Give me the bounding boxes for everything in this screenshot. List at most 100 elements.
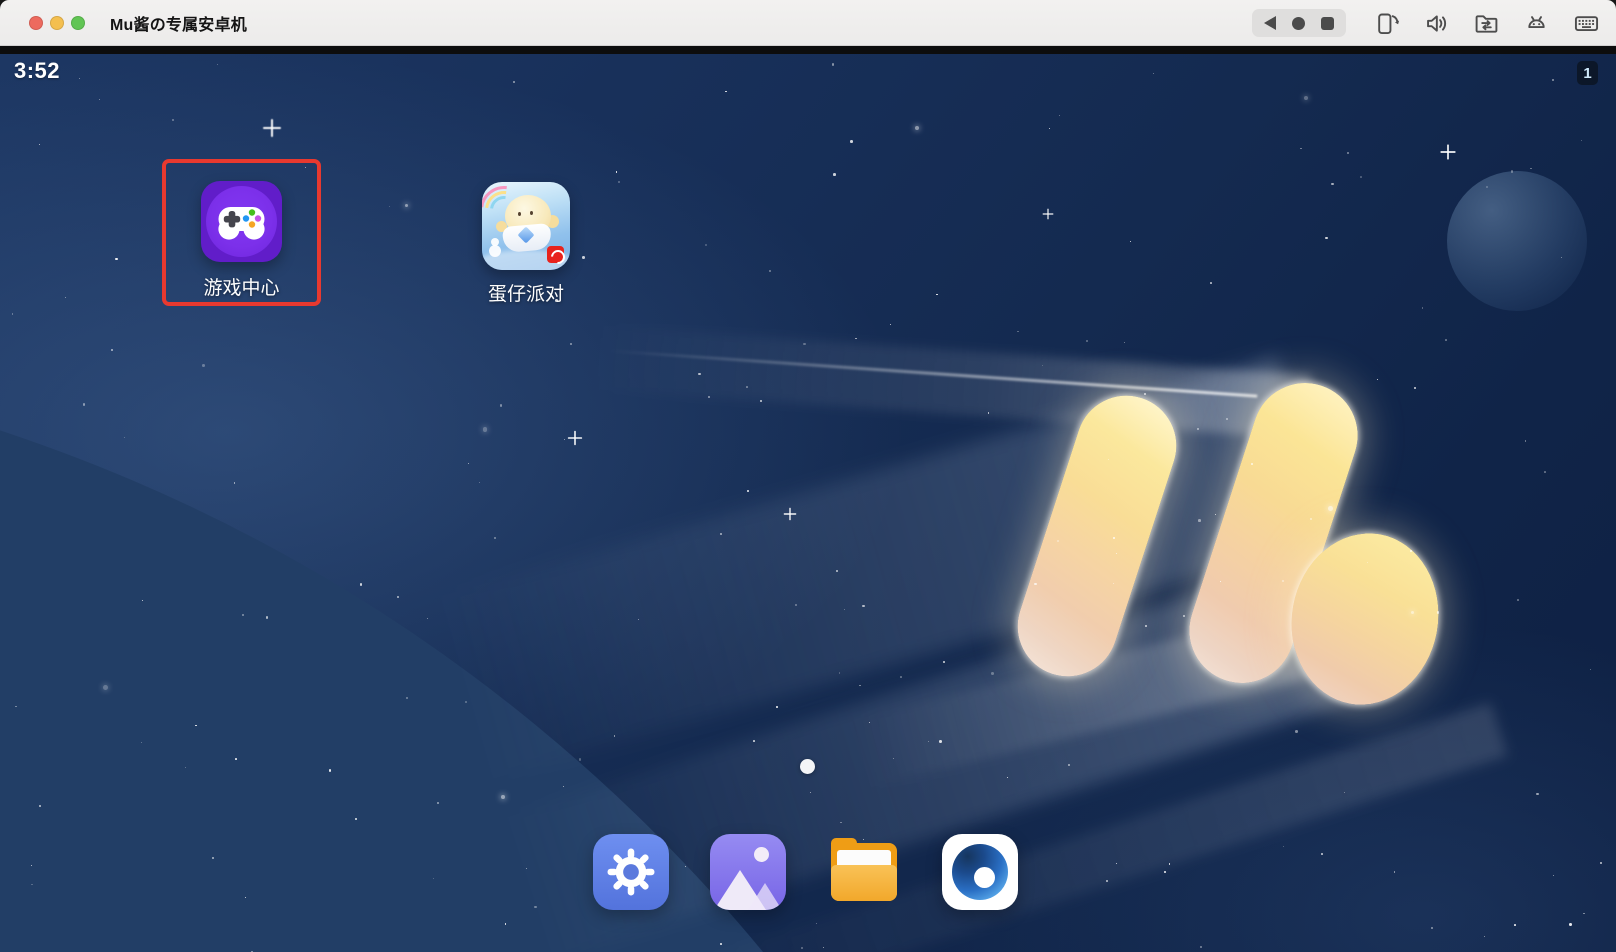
star bbox=[1600, 862, 1602, 864]
star bbox=[900, 676, 902, 678]
light-trail bbox=[589, 325, 1312, 439]
star bbox=[939, 740, 942, 743]
android-system-icon[interactable] bbox=[1522, 9, 1550, 37]
star bbox=[1007, 777, 1009, 779]
star bbox=[124, 437, 125, 438]
star bbox=[1300, 148, 1302, 150]
minimize-button[interactable] bbox=[50, 16, 64, 30]
dock-files-icon[interactable] bbox=[826, 834, 902, 910]
star bbox=[850, 140, 853, 143]
window-title: Mu酱の专属安卓机 bbox=[110, 11, 247, 35]
star bbox=[844, 609, 845, 610]
emulator-window: Mu酱の专属安卓机 bbox=[0, 0, 1616, 952]
star bbox=[720, 943, 722, 945]
titlebar[interactable]: Mu酱の专属安卓机 bbox=[0, 0, 1616, 46]
game-center-icon[interactable] bbox=[201, 181, 282, 262]
netease-logo bbox=[547, 246, 564, 263]
star bbox=[1124, 342, 1125, 343]
star bbox=[836, 570, 838, 572]
star bbox=[39, 144, 40, 145]
star bbox=[1328, 506, 1333, 511]
star bbox=[235, 758, 237, 760]
keyboard-icon[interactable] bbox=[1572, 9, 1600, 37]
android-back-icon[interactable] bbox=[1264, 16, 1276, 30]
star bbox=[1525, 440, 1527, 442]
app-eggy-party[interactable]: 蛋仔派对 bbox=[446, 182, 606, 306]
star bbox=[1514, 924, 1516, 926]
wallpaper-planet-small bbox=[1447, 171, 1587, 311]
star-sparkle bbox=[784, 508, 797, 521]
close-button[interactable] bbox=[29, 16, 43, 30]
star bbox=[389, 206, 390, 207]
egg-eye bbox=[530, 211, 533, 215]
star bbox=[217, 64, 218, 65]
mumu-logo-bar-left bbox=[1005, 383, 1190, 690]
star bbox=[115, 258, 117, 260]
star bbox=[616, 171, 617, 172]
eggy-party-icon[interactable] bbox=[482, 182, 570, 270]
star bbox=[1486, 186, 1488, 188]
star-sparkle bbox=[1043, 209, 1054, 220]
star bbox=[1394, 871, 1395, 872]
volume-icon[interactable] bbox=[1422, 9, 1450, 37]
star bbox=[1057, 540, 1059, 542]
star bbox=[1068, 764, 1070, 766]
star bbox=[810, 792, 812, 794]
rotate-screen-icon[interactable] bbox=[1372, 9, 1400, 37]
notification-badge: 1 bbox=[1577, 61, 1598, 85]
star bbox=[988, 412, 990, 414]
file-transfer-icon[interactable] bbox=[1472, 9, 1500, 37]
star-sparkle bbox=[568, 431, 582, 445]
android-home-screen[interactable]: 3:52 1 bbox=[0, 54, 1616, 952]
light-trail bbox=[609, 349, 1258, 397]
star bbox=[534, 906, 537, 909]
star bbox=[943, 661, 945, 663]
star bbox=[1553, 875, 1554, 876]
star bbox=[840, 822, 842, 824]
star bbox=[915, 126, 919, 130]
star bbox=[465, 701, 467, 703]
star bbox=[1116, 863, 1117, 864]
star bbox=[747, 490, 749, 492]
star bbox=[427, 618, 428, 619]
star bbox=[1226, 418, 1228, 420]
dock-settings-icon[interactable] bbox=[593, 834, 669, 910]
star bbox=[1034, 583, 1036, 585]
star bbox=[1295, 730, 1298, 733]
star bbox=[833, 173, 836, 176]
android-recents-icon[interactable] bbox=[1321, 17, 1334, 30]
star bbox=[1169, 863, 1170, 864]
star bbox=[1445, 339, 1447, 341]
star bbox=[1215, 514, 1216, 515]
star bbox=[172, 119, 175, 122]
app-game-center[interactable]: 游戏中心 bbox=[162, 181, 321, 300]
star bbox=[329, 769, 332, 772]
star bbox=[1552, 79, 1554, 81]
window-content-divider bbox=[0, 46, 1616, 54]
star bbox=[823, 947, 824, 948]
zoom-button[interactable] bbox=[71, 16, 85, 30]
star bbox=[99, 99, 100, 100]
status-time: 3:52 bbox=[14, 58, 60, 84]
star bbox=[869, 722, 871, 724]
dock-gallery-icon[interactable] bbox=[710, 834, 786, 910]
star bbox=[1347, 152, 1349, 154]
star bbox=[212, 857, 214, 859]
dock-browser-icon[interactable] bbox=[942, 834, 1018, 910]
star bbox=[1304, 96, 1308, 100]
star bbox=[1283, 846, 1284, 847]
star bbox=[708, 396, 710, 398]
star bbox=[928, 741, 930, 743]
star bbox=[1145, 625, 1147, 627]
star bbox=[1431, 927, 1433, 929]
traffic-lights bbox=[29, 16, 85, 30]
star bbox=[12, 313, 14, 315]
android-home-icon[interactable] bbox=[1292, 17, 1305, 30]
star bbox=[1198, 519, 1201, 522]
app-label: 蛋仔派对 bbox=[488, 279, 564, 306]
star bbox=[1360, 176, 1362, 178]
star bbox=[1414, 387, 1417, 390]
star bbox=[1059, 115, 1060, 116]
star bbox=[803, 343, 806, 346]
star bbox=[991, 672, 994, 675]
